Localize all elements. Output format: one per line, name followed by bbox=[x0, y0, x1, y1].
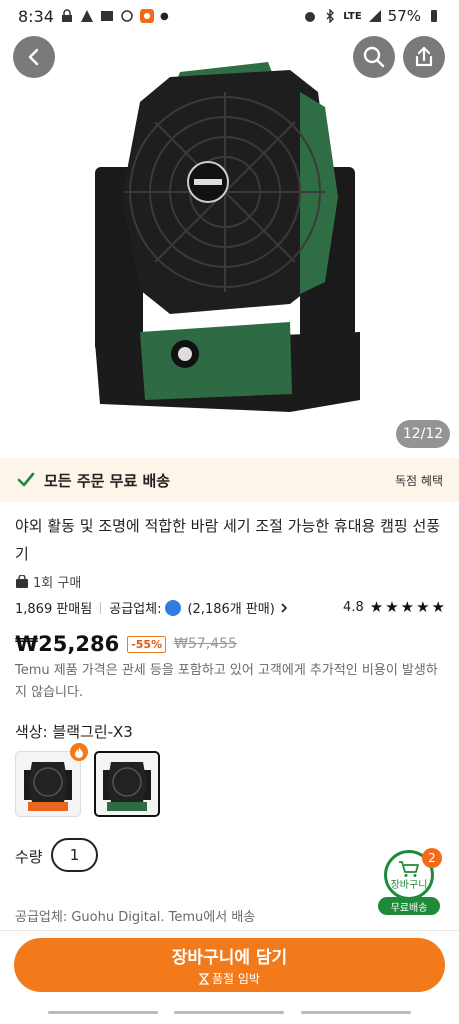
star-icon: ★ bbox=[431, 598, 445, 616]
variant-thumbnail-green[interactable] bbox=[94, 751, 160, 817]
cart-free-shipping-tag: 무료배송 bbox=[378, 897, 440, 915]
bluetooth-icon bbox=[326, 9, 335, 23]
price-row: ₩25,286 -55% ₩57,455 bbox=[15, 632, 237, 656]
product-image-carousel[interactable]: 12/12 bbox=[0, 32, 459, 452]
cart-label: 장바구니 bbox=[390, 879, 428, 891]
rating[interactable]: 4.8 ★ ★ ★ ★ ★ bbox=[343, 598, 445, 616]
variant-thumbnail-orange[interactable] bbox=[15, 751, 81, 817]
low-stock-row: 품절 임박 bbox=[199, 970, 260, 987]
supplier-avatar[interactable] bbox=[165, 599, 182, 616]
quantity-selector[interactable]: 1 bbox=[51, 838, 98, 872]
discount-badge: -55% bbox=[127, 635, 167, 653]
exclusive-benefits-link[interactable]: 독점 혜택 bbox=[395, 472, 443, 489]
chevron-left-icon bbox=[28, 48, 39, 66]
chevron-right-icon[interactable] bbox=[279, 602, 289, 614]
purchase-count-row: 1회 구매 bbox=[15, 572, 81, 591]
supplier-label[interactable]: 공급업체: bbox=[109, 598, 161, 617]
star-icon: ★ bbox=[385, 598, 399, 616]
share-icon bbox=[415, 46, 433, 67]
pinwheel-icon bbox=[121, 10, 133, 22]
more-notifications-dot: ● bbox=[159, 10, 169, 22]
quantity-label: 수량 bbox=[15, 848, 43, 866]
flame-badge bbox=[70, 743, 88, 761]
free-shipping-text: 모든 주문 무료 배송 bbox=[44, 471, 171, 490]
cart-count-badge: 2 bbox=[422, 848, 442, 868]
bottom-divider bbox=[0, 930, 459, 931]
supplier-sales[interactable]: (2,186개 판매) bbox=[187, 598, 274, 617]
image-page-counter: 12/12 bbox=[396, 420, 450, 448]
system-nav-bar bbox=[0, 1000, 459, 1024]
product-title: 야외 활동 및 조명에 적합한 바람 세기 조절 가능한 휴대용 캠핑 선풍기 bbox=[15, 517, 441, 563]
check-icon bbox=[17, 472, 35, 487]
nav-back-indicator[interactable] bbox=[300, 1010, 411, 1014]
floating-cart-button[interactable]: 장바구니 2 무료배송 bbox=[378, 848, 442, 916]
search-button[interactable] bbox=[353, 36, 395, 78]
lock-icon bbox=[61, 9, 72, 22]
star-icon: ★ bbox=[416, 598, 430, 616]
share-button[interactable] bbox=[403, 36, 445, 78]
temu-icon bbox=[139, 9, 154, 23]
low-stock-label: 품절 임박 bbox=[212, 972, 260, 986]
sale-price: ₩25,286 bbox=[15, 632, 120, 656]
rating-value: 4.8 bbox=[343, 600, 364, 615]
free-shipping-banner[interactable]: 모든 주문 무료 배송 독점 혜택 bbox=[0, 458, 459, 502]
shopping-bag-icon bbox=[16, 574, 28, 588]
nav-home-indicator[interactable] bbox=[174, 1010, 285, 1014]
sold-count: 1,869 판매됨 bbox=[15, 602, 93, 617]
green-fan-thumbnail bbox=[103, 762, 151, 811]
add-to-cart-label: 장바구니에 담기 bbox=[171, 948, 288, 968]
battery-icon bbox=[431, 10, 437, 22]
nav-recent-indicator[interactable] bbox=[48, 1010, 159, 1014]
add-to-cart-button[interactable]: 장바구니에 담기 품절 임박 bbox=[14, 938, 445, 992]
image-icon bbox=[100, 11, 113, 21]
search-icon bbox=[363, 46, 385, 68]
hourglass-icon bbox=[199, 972, 209, 985]
orange-fan-thumbnail bbox=[24, 762, 72, 811]
battery-percent: 57% bbox=[387, 7, 421, 25]
back-button[interactable] bbox=[13, 36, 55, 78]
sales-info-row: 1,869 판매됨 공급업체: (2,186개 판매) 4.8 ★ ★ ★ ★ … bbox=[15, 598, 445, 617]
signal-icon bbox=[368, 10, 381, 22]
flame-icon bbox=[75, 747, 83, 758]
original-price: ₩57,455 bbox=[174, 636, 237, 652]
supplier-shipping-line: 공급업체: Guohu Digital. Temu에서 배송 bbox=[15, 910, 256, 925]
camping-fan-image bbox=[95, 62, 360, 412]
divider bbox=[100, 601, 102, 614]
star-icon: ★ bbox=[400, 598, 415, 616]
status-time: 8:34 bbox=[18, 6, 54, 26]
star-icon: ★ bbox=[369, 598, 384, 616]
price-note: Temu 제품 가격은 관세 등을 포함하고 있어 고객에게 추가적인 비용이 … bbox=[15, 663, 438, 700]
alarm-icon bbox=[305, 12, 316, 22]
warning-icon bbox=[80, 10, 93, 22]
color-option-label: 색상: 블랙그린-X3 bbox=[15, 723, 133, 741]
status-bar: 8:34 ● LTE 57% bbox=[0, 0, 459, 32]
purchase-count: 1회 구매 bbox=[33, 576, 82, 591]
network-label: LTE bbox=[343, 10, 362, 22]
